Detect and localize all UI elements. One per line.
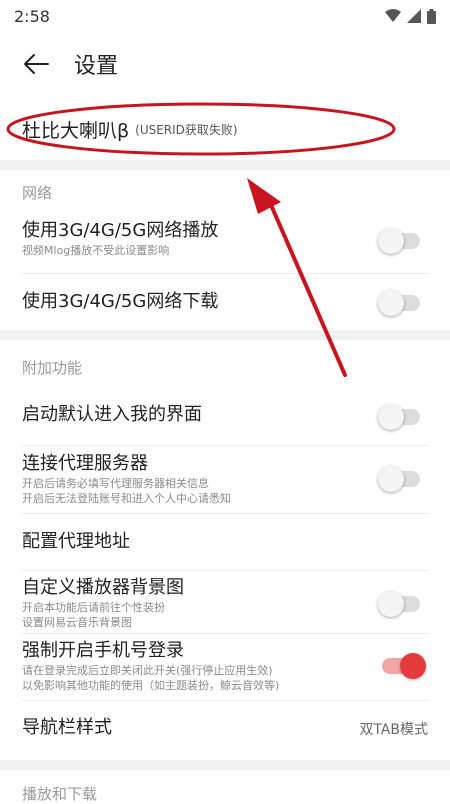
divider [22, 273, 428, 274]
setting-label: 使用3G/4G/5G网络下载 [22, 291, 219, 312]
toggle-knob [378, 404, 404, 430]
setting-description: 开启后无法登陆账号和进入个人中心请悉知 [22, 492, 231, 505]
status-bar: 2:58 [0, 0, 450, 32]
back-button[interactable] [8, 36, 64, 92]
arrow-back-icon [24, 54, 49, 74]
player-background-toggle[interactable] [378, 591, 420, 617]
setting-description: 以免影响其他功能的使用（如主题装扮，鲸云音效等) [22, 679, 280, 692]
divider [22, 513, 428, 514]
section-gap [0, 330, 450, 340]
section-title-extra: 附加功能 [22, 359, 83, 377]
divider [22, 570, 428, 571]
mobile-download-toggle[interactable] [378, 290, 420, 316]
page-title: 设置 [74, 54, 119, 79]
mobile-play-toggle[interactable] [378, 228, 420, 254]
nav-style-value: 双TAB模式 [359, 722, 428, 738]
status-time: 2:58 [14, 6, 50, 26]
default-my-page-toggle[interactable] [378, 404, 420, 430]
toggle-knob [378, 228, 404, 254]
setting-description: 请在登录完成后立即关闭此开关(强行停止应用生效) [22, 664, 273, 677]
wifi-icon [385, 9, 401, 22]
setting-label: 强制开启手机号登录 [22, 640, 184, 661]
setting-label: 启动默认进入我的界面 [22, 404, 202, 425]
setting-label: 使用3G/4G/5G网络播放 [22, 220, 219, 241]
status-icons [385, 8, 436, 24]
setting-label: 连接代理服务器 [22, 453, 148, 474]
battery-icon [427, 8, 436, 24]
toggle-knob [400, 653, 426, 679]
setting-label: 自定义播放器背景图 [22, 577, 184, 598]
setting-label: 配置代理地址 [22, 531, 130, 552]
force-phone-login-toggle[interactable] [382, 653, 426, 679]
account-status: (USERID获取失败) [135, 122, 238, 137]
setting-proxy-address[interactable]: 配置代理地址 [0, 530, 450, 554]
annotation-arrowhead [247, 178, 281, 214]
section-gap [0, 160, 450, 170]
account-row[interactable]: 杜比大喇叭β (USERID获取失败) [0, 100, 450, 158]
setting-description: 设置网易云音乐背景图 [22, 616, 132, 629]
signal-icon [407, 9, 421, 23]
divider [22, 700, 428, 701]
divider [22, 445, 428, 446]
account-name: 杜比大喇叭β [22, 119, 130, 142]
toggle-knob [378, 591, 404, 617]
section-gap [0, 760, 450, 770]
section-title-playback: 播放和下载 [22, 785, 98, 803]
setting-description: 开启后请务必填写代理服务器相关信息 [22, 477, 209, 490]
proxy-toggle[interactable] [378, 466, 420, 492]
section-title-network: 网络 [22, 184, 53, 202]
setting-description: 开启本功能后请前往个性装扮 [22, 601, 165, 614]
app-bar: 设置 [0, 36, 450, 92]
divider [22, 633, 428, 634]
toggle-knob [378, 466, 404, 492]
setting-description: 视频Mlog播放不受此设置影响 [22, 244, 170, 257]
toggle-knob [378, 290, 404, 316]
